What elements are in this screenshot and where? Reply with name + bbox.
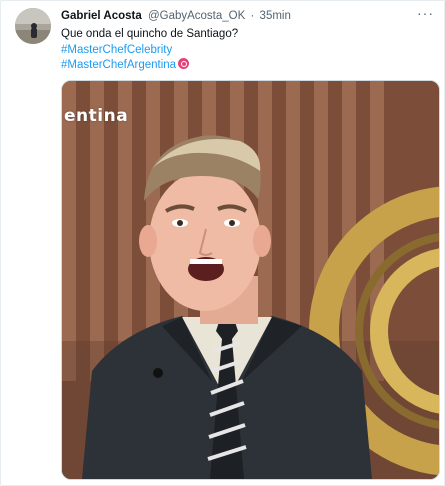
avatar-image — [15, 8, 51, 44]
separator: · — [250, 10, 255, 22]
video-frame-illustration — [62, 81, 439, 479]
timestamp[interactable]: 35min — [260, 10, 291, 22]
tweet-text: Que onda el quincho de Santiago? #Master… — [61, 27, 432, 74]
display-name[interactable]: Gabriel Acosta — [61, 10, 142, 22]
tweet-media-image[interactable]: entina — [61, 80, 440, 480]
avatar[interactable] — [15, 8, 51, 44]
hashtag-masterchefcelebrity[interactable]: #MasterChefCelebrity — [61, 43, 432, 59]
more-dots-icon[interactable]: ··· — [417, 5, 434, 21]
broadcast-watermark: entina — [64, 106, 129, 126]
tweet-text-line: Que onda el quincho de Santiago? — [61, 28, 239, 40]
masterchef-emoji-icon — [178, 58, 190, 69]
hashtag-masterchefargentina[interactable]: #MasterChefArgentina — [61, 59, 176, 71]
tweet-header: Gabriel Acosta @GabyAcosta_OK · 35min — [61, 10, 434, 22]
tweet-card[interactable]: Gabriel Acosta @GabyAcosta_OK · 35min ··… — [0, 0, 445, 486]
user-handle[interactable]: @GabyAcosta_OK — [148, 10, 245, 22]
